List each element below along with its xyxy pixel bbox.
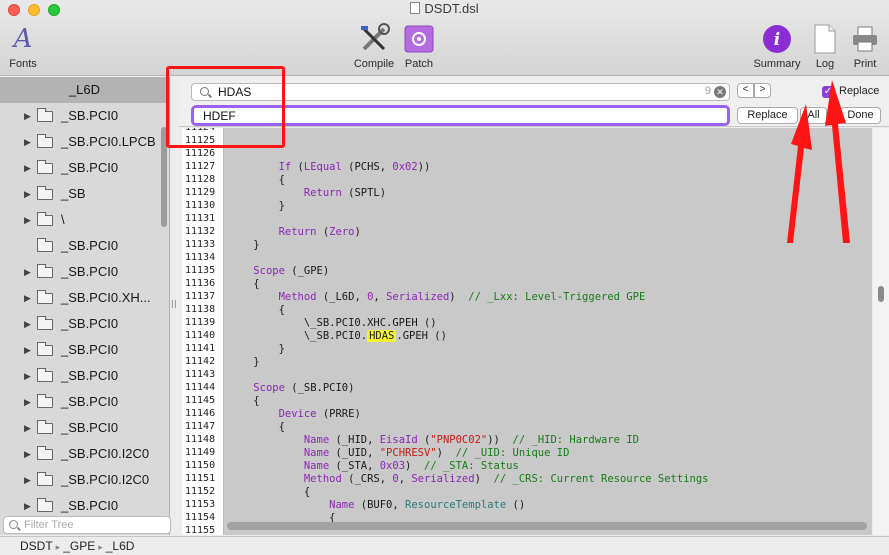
- annotation-arrows: [787, 80, 850, 243]
- annotation-arrow-icon: [825, 80, 850, 243]
- annotation-arrow-icon: [787, 104, 812, 243]
